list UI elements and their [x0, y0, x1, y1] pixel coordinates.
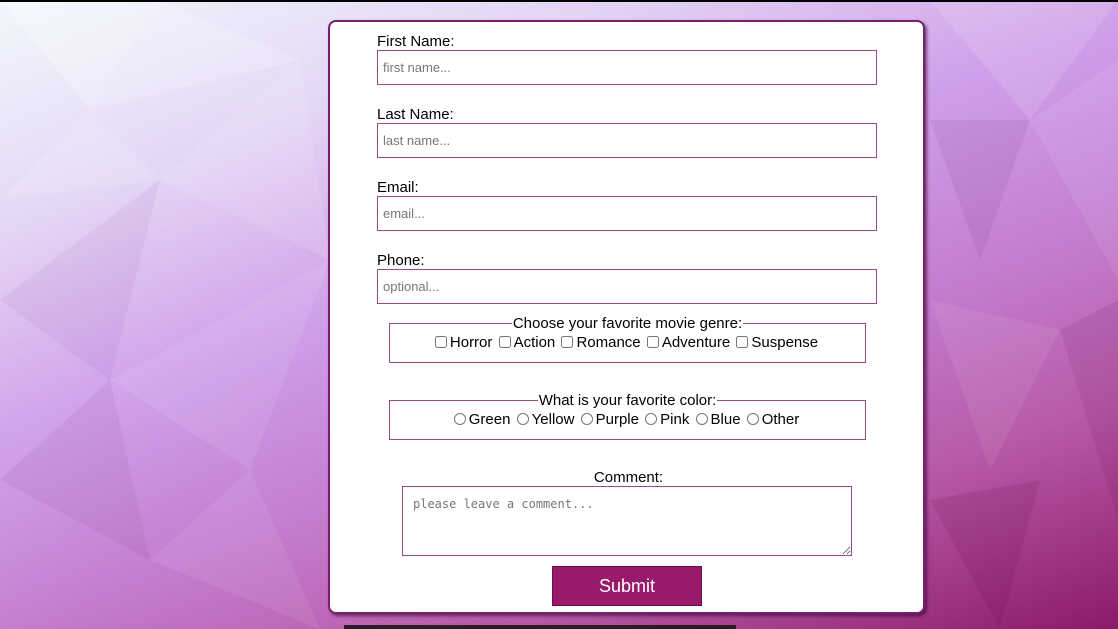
- color-radio-blue[interactable]: [695, 413, 708, 425]
- genre-label-suspense[interactable]: Suspense: [751, 334, 818, 351]
- color-options: Green Yellow Purple Pink Blue Other: [390, 411, 865, 428]
- color-legend: What is your favorite color:: [538, 392, 717, 409]
- genre-options: Horror Action Romance Adventure Suspense: [390, 334, 865, 351]
- email-input[interactable]: [377, 196, 877, 231]
- genre-checkbox-action[interactable]: [498, 336, 511, 348]
- color-label-blue[interactable]: Blue: [711, 411, 741, 428]
- last-name-label: Last Name:: [377, 106, 454, 123]
- submit-button[interactable]: Submit: [552, 566, 702, 606]
- color-radio-other[interactable]: [746, 413, 759, 425]
- comment-label: Comment:: [593, 469, 664, 486]
- last-name-input[interactable]: [377, 123, 877, 158]
- color-radio-green[interactable]: [453, 413, 466, 425]
- color-label-purple[interactable]: Purple: [596, 411, 639, 428]
- genre-checkbox-suspense[interactable]: [736, 336, 749, 348]
- first-name-input[interactable]: [377, 50, 877, 85]
- genre-checkbox-horror[interactable]: [434, 336, 447, 348]
- color-label-yellow[interactable]: Yellow: [532, 411, 575, 428]
- color-label-other[interactable]: Other: [762, 411, 800, 428]
- email-label: Email:: [377, 179, 419, 196]
- phone-input[interactable]: [377, 269, 877, 304]
- genre-fieldset: Choose your favorite movie genre: Horror…: [389, 315, 866, 363]
- window-top-edge: [0, 0, 1118, 2]
- genre-label-romance[interactable]: Romance: [576, 334, 640, 351]
- phone-label: Phone:: [377, 252, 425, 269]
- genre-label-adventure[interactable]: Adventure: [662, 334, 730, 351]
- color-radio-pink[interactable]: [645, 413, 658, 425]
- color-radio-yellow[interactable]: [516, 413, 529, 425]
- genre-label-action[interactable]: Action: [514, 334, 556, 351]
- color-label-pink[interactable]: Pink: [660, 411, 689, 428]
- first-name-label: First Name:: [377, 33, 455, 50]
- color-radio-purple[interactable]: [580, 413, 593, 425]
- genre-checkbox-adventure[interactable]: [646, 336, 659, 348]
- color-fieldset: What is your favorite color: Green Yello…: [389, 392, 866, 440]
- color-label-green[interactable]: Green: [469, 411, 511, 428]
- comment-textarea[interactable]: [402, 486, 852, 556]
- taskbar-edge: [344, 625, 736, 629]
- genre-label-horror[interactable]: Horror: [450, 334, 493, 351]
- signup-form-card: First Name: Last Name: Email: Phone: Cho…: [328, 20, 925, 614]
- genre-checkbox-romance[interactable]: [561, 336, 574, 348]
- genre-legend: Choose your favorite movie genre:: [512, 315, 743, 332]
